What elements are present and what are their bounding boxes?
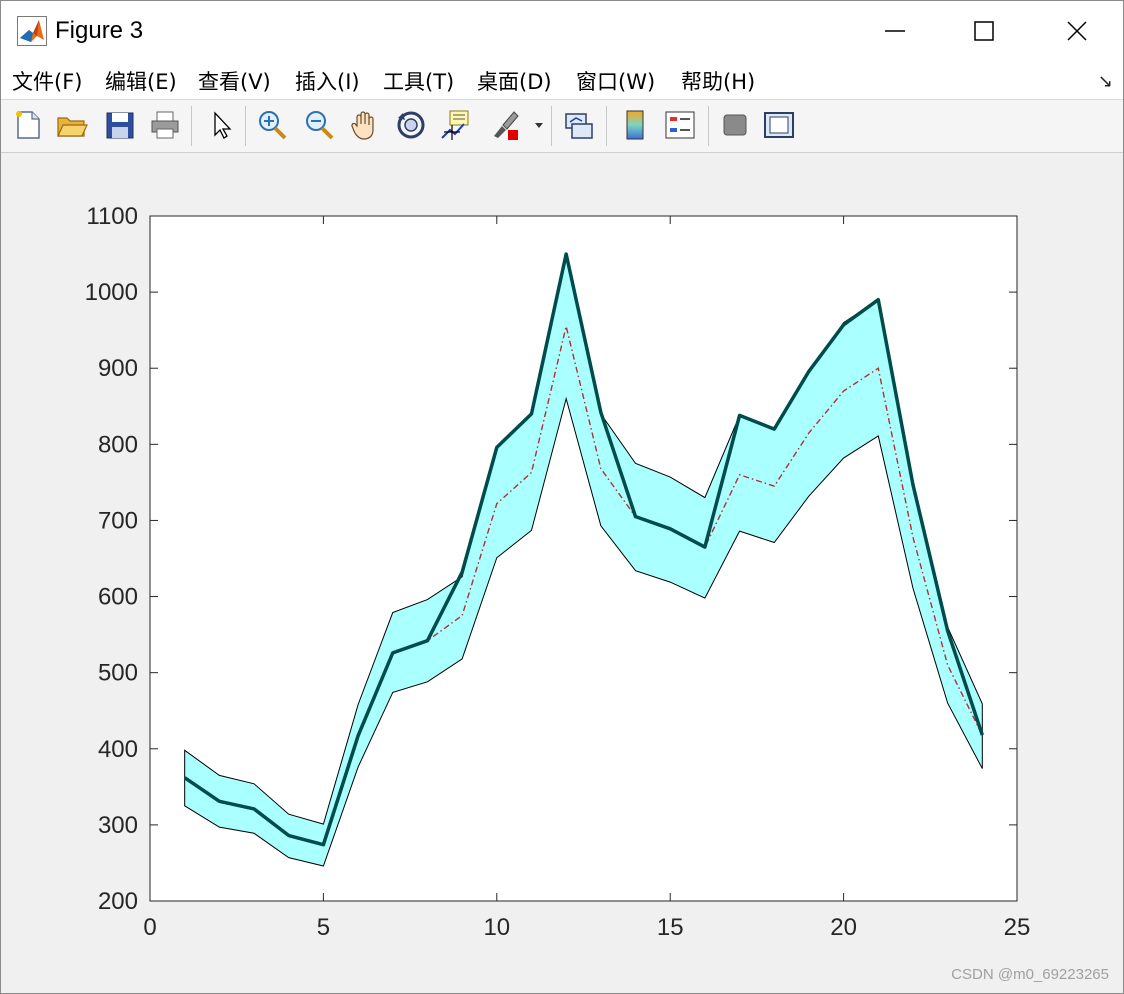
menu-window[interactable]: 窗口(W) [576, 66, 655, 96]
edit-plot-icon [214, 111, 232, 139]
rotate-3d-icon [397, 111, 425, 139]
show-plot-tools-icon [764, 112, 794, 138]
show-plot-tools-button[interactable] [762, 108, 796, 142]
insert-colorbar-icon [626, 110, 644, 140]
x-tick-label: 10 [483, 914, 510, 941]
y-tick-label: 1000 [85, 279, 138, 306]
print-button[interactable] [148, 108, 182, 142]
watermark-text: CSDN @m0_69223265 [951, 966, 1109, 983]
insert-colorbar-button[interactable] [618, 108, 652, 142]
insert-legend-button[interactable] [663, 108, 697, 142]
open-file-icon [57, 117, 88, 137]
save-icon [106, 112, 134, 139]
new-figure-button[interactable] [11, 108, 45, 142]
link-plot-icon [565, 113, 593, 139]
title-bar: Figure 3 [1, 1, 1123, 59]
figure-canvas: 0 5 10 15 20 25 200 300 400 500 600 700 800 900 1000 11… [1, 153, 1123, 993]
new-figure-icon [16, 111, 40, 139]
y-tick-label: 900 [98, 355, 138, 382]
minimize-button[interactable] [872, 11, 918, 51]
pan-icon [351, 111, 374, 140]
x-tick-label: 5 [317, 914, 330, 941]
brush-dropdown-button[interactable] [532, 108, 546, 142]
menu-help[interactable]: 帮助(H) [681, 66, 755, 96]
figure-toolbar [1, 100, 1123, 153]
menu-file[interactable]: 文件(F) [12, 66, 82, 96]
hide-plot-tools-button[interactable] [718, 108, 752, 142]
pan-button[interactable] [348, 108, 382, 142]
chevron-down-icon [535, 123, 543, 128]
window-title: Figure 3 [55, 17, 144, 44]
menu-view[interactable]: 查看(V) [198, 66, 271, 96]
x-tick-label: 25 [1004, 914, 1031, 941]
close-button[interactable] [1054, 11, 1100, 51]
save-button[interactable] [103, 108, 137, 142]
edit-plot-button[interactable] [205, 108, 239, 142]
axes-background [150, 216, 1017, 901]
link-plot-button[interactable] [562, 108, 596, 142]
brush-button[interactable] [488, 108, 522, 142]
y-tick-label: 300 [98, 812, 138, 839]
y-tick-label: 700 [98, 507, 138, 534]
dock-figure-icon[interactable]: ↘ [1098, 71, 1113, 92]
figure-window: Figure 3 文件(F) 编辑(E) 查看(V) 插入(I) 工具(T) 桌… [0, 0, 1124, 994]
y-tick-label: 500 [98, 660, 138, 687]
menu-tools[interactable]: 工具(T) [383, 66, 454, 96]
menu-insert[interactable]: 插入(I) [295, 66, 360, 96]
y-tick-label: 600 [98, 584, 138, 611]
data-cursor-button[interactable] [440, 108, 474, 142]
rotate-3d-button[interactable] [394, 108, 428, 142]
hide-plot-tools-icon [723, 114, 747, 136]
zoom-out-button[interactable] [302, 108, 336, 142]
close-icon [1067, 21, 1087, 41]
menu-bar: 文件(F) 编辑(E) 查看(V) 插入(I) 工具(T) 桌面(D) 窗口(W… [1, 59, 1123, 100]
menu-desktop[interactable]: 桌面(D) [477, 66, 552, 96]
minimize-icon [885, 30, 905, 32]
data-cursor-icon [441, 110, 469, 140]
y-tick-label: 400 [98, 736, 138, 763]
x-tick-label: 15 [657, 914, 684, 941]
zoom-in-button[interactable] [255, 108, 289, 142]
print-icon [151, 111, 179, 139]
y-tick-label: 1100 [86, 203, 138, 230]
menu-edit[interactable]: 编辑(E) [105, 66, 177, 96]
zoom-out-icon [306, 111, 334, 140]
maximize-button[interactable] [961, 11, 1007, 51]
zoom-in-icon [259, 111, 287, 140]
y-tick-label: 200 [98, 888, 138, 915]
brush-icon [494, 111, 519, 140]
maximize-icon [974, 21, 994, 41]
insert-legend-icon [665, 111, 695, 139]
matlab-icon [17, 16, 47, 46]
x-tick-label: 20 [830, 914, 857, 941]
open-file-button[interactable] [55, 108, 89, 142]
x-tick-label: 0 [143, 914, 156, 941]
y-tick-label: 800 [98, 431, 138, 458]
line-band-chart: 0 5 10 15 20 25 200 300 400 500 600 700 800 900 1000 11… [85, 203, 1031, 941]
